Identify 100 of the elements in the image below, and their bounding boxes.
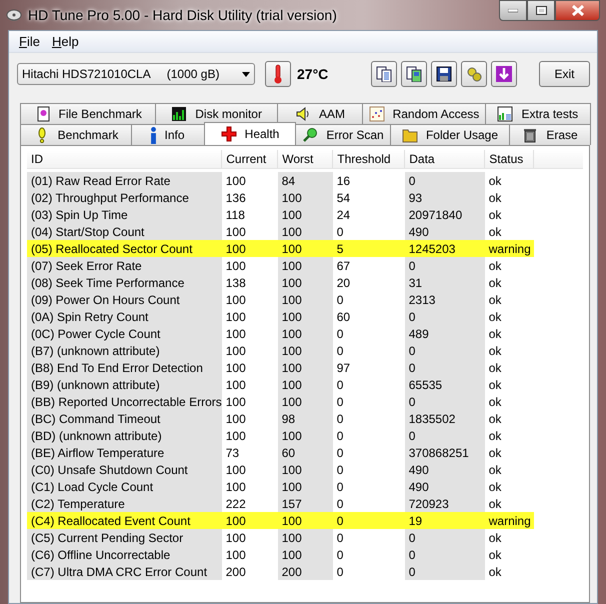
table-cell: 222 <box>222 495 278 512</box>
table-cell: 0 <box>404 308 485 325</box>
table-cell: 0 <box>404 529 485 546</box>
table-cell: ok <box>484 376 534 393</box>
copy-all-button[interactable] <box>401 61 427 87</box>
table-cell: ok <box>484 410 534 427</box>
table-cell: 100 <box>278 393 333 410</box>
table-cell: 0 <box>404 563 485 580</box>
table-cell: 19 <box>404 512 485 529</box>
copy-button[interactable] <box>371 61 397 87</box>
column-header[interactable]: Status <box>484 150 534 168</box>
options-button[interactable] <box>461 61 487 87</box>
table-cell: 136 <box>222 189 278 206</box>
maximize-icon <box>536 6 546 15</box>
table-cell: 100 <box>278 512 333 529</box>
close-icon <box>572 5 584 16</box>
scatter-plot-icon <box>368 106 385 122</box>
table-cell: 0 <box>332 563 405 580</box>
table-cell: 100 <box>278 291 333 308</box>
maximize-button[interactable] <box>527 0 555 21</box>
table-cell: (C5) Current Pending Sector <box>27 529 222 546</box>
column-header[interactable]: Worst <box>278 150 333 168</box>
table-cell: 100 <box>278 274 333 291</box>
table-cell: (C7) Ultra DMA CRC Error Count <box>27 563 222 580</box>
table-cell: 100 <box>278 325 333 342</box>
table-cell: 5 <box>332 240 405 257</box>
tab[interactable]: Info <box>131 124 205 145</box>
tab[interactable]: Random Access <box>362 103 486 124</box>
table-cell: 100 <box>222 512 278 529</box>
table-cell: 65535 <box>404 376 485 393</box>
bar-chart-icon <box>171 106 188 122</box>
table-cell: 0 <box>332 376 405 393</box>
tab[interactable]: Folder Usage <box>390 124 510 145</box>
table-cell: 100 <box>222 478 278 495</box>
table-cell: 2313 <box>404 291 485 308</box>
close-button[interactable] <box>555 0 600 21</box>
table-cell: 100 <box>222 223 278 240</box>
tab[interactable]: Health <box>204 122 296 145</box>
menu-item[interactable]: Help <box>46 34 85 49</box>
menu-item[interactable]: File <box>13 34 46 49</box>
table-cell: ok <box>484 495 534 512</box>
speaker-icon <box>295 106 311 122</box>
copy-icon <box>376 66 392 82</box>
table-cell: 20 <box>332 274 405 291</box>
table-cell: ok <box>484 308 534 325</box>
download-button[interactable] <box>491 61 517 87</box>
tab[interactable]: Benchmark <box>20 124 132 145</box>
table-cell: (08) Seek Time Performance <box>27 274 222 291</box>
exit-button[interactable]: Exit <box>539 61 590 87</box>
table-cell: (B8) End To End Error Detection <box>27 359 222 376</box>
cross-icon <box>220 126 237 142</box>
info-icon <box>151 126 156 144</box>
minimize-button[interactable] <box>499 0 527 21</box>
tab[interactable]: File Benchmark <box>20 103 156 124</box>
table-cell: 100 <box>278 546 333 563</box>
table-cell: 100 <box>222 291 278 308</box>
column-header[interactable]: Threshold <box>332 150 405 168</box>
tab[interactable]: AAM <box>276 103 364 124</box>
table-cell: 84 <box>278 172 333 189</box>
table-cell: ok <box>484 223 534 240</box>
table-cell: 1245203 <box>404 240 485 257</box>
trash-can-icon <box>522 127 538 143</box>
thermometer-button[interactable] <box>265 61 291 87</box>
tab[interactable]: Extra tests <box>484 103 592 124</box>
table-cell: ok <box>484 461 534 478</box>
column-header[interactable]: Data <box>404 150 485 168</box>
table-cell: 0 <box>404 342 485 359</box>
table-cell: 370868251 <box>404 444 485 461</box>
table-cell: (04) Start/Stop Count <box>27 223 222 240</box>
table-cell: 100 <box>278 529 333 546</box>
table-cell: 31 <box>404 274 485 291</box>
column-header[interactable]: Current <box>222 150 278 168</box>
table-cell: 0 <box>332 529 405 546</box>
save-button[interactable] <box>431 61 457 87</box>
drive-dropdown[interactable]: Hitachi HDS721010CLA (1000 gB) <box>17 63 255 85</box>
window-title: HD Tune Pro 5.00 - Hard Disk Utility (trial version) <box>28 7 337 23</box>
table-cell: 100 <box>222 325 278 342</box>
table-cell: ok <box>484 189 534 206</box>
table-cell: 100 <box>222 529 278 546</box>
table-cell: ok <box>484 291 534 308</box>
table-cell: (09) Power On Hours Count <box>27 291 222 308</box>
table-cell: 100 <box>222 376 278 393</box>
file-icon <box>34 106 51 122</box>
table-cell: (01) Raw Read Error Rate <box>27 172 222 189</box>
tab[interactable]: Error Scan <box>295 124 391 145</box>
table-cell: (C4) Reallocated Event Count <box>27 512 222 529</box>
table-cell: 0 <box>332 223 405 240</box>
tab[interactable]: Disk monitor <box>155 103 278 124</box>
table-cell: 489 <box>404 325 485 342</box>
tab[interactable]: Erase <box>509 124 591 145</box>
column-header[interactable]: ID <box>27 150 222 168</box>
table-cell: (C1) Load Cycle Count <box>27 478 222 495</box>
table-cell: 100 <box>278 257 333 274</box>
table-cell: warning <box>484 240 534 257</box>
table-cell: 0 <box>404 359 485 376</box>
table-cell: 67 <box>332 257 405 274</box>
coins-icon <box>466 66 482 82</box>
table-cell: 720923 <box>404 495 485 512</box>
table-cell: (03) Spin Up Time <box>27 206 222 223</box>
table-cell: 0 <box>332 393 405 410</box>
